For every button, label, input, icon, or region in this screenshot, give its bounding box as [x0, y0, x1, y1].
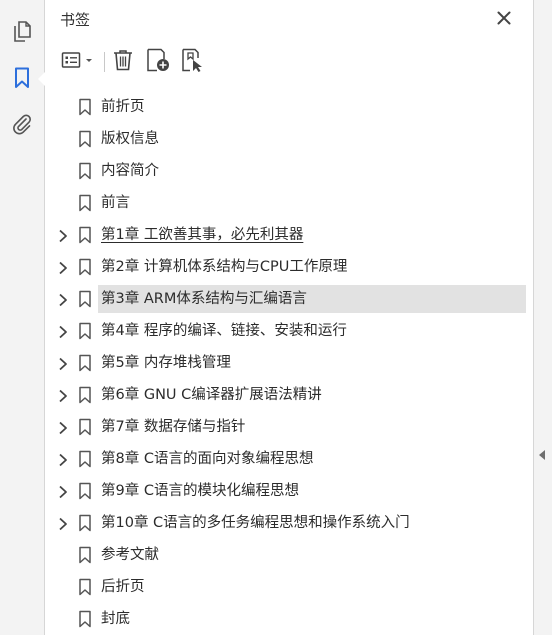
bookmark-icon — [78, 322, 92, 340]
bookmark-label: 参考文献 — [101, 547, 159, 563]
new-bookmark-button[interactable] — [145, 48, 171, 76]
bookmark-icon — [78, 546, 92, 564]
bookmark-row[interactable]: 参考文献 — [45, 539, 533, 571]
bookmark-label: 第9章 C语言的模块化编程思想 — [101, 483, 299, 499]
bookmark-row[interactable]: 版权信息 — [45, 123, 533, 155]
active-panel-pointer — [38, 72, 45, 86]
bookmark-row[interactable]: 第4章 程序的编译、链接、安装和运行 — [45, 315, 533, 347]
bookmark-label: 第7章 数据存储与指针 — [101, 419, 246, 435]
find-current-bookmark-icon — [180, 48, 206, 76]
bookmark-row[interactable]: 后折页 — [45, 571, 533, 603]
bookmark-label: 后折页 — [101, 579, 145, 595]
expand-chevron-icon[interactable] — [57, 420, 69, 435]
find-current-bookmark-button[interactable] — [180, 48, 206, 76]
bookmark-icon — [78, 290, 92, 308]
bookmark-label: 第3章 ARM体系结构与汇编语言 — [101, 291, 307, 307]
bookmark-label: 封底 — [101, 611, 130, 627]
bookmark-icon — [78, 130, 92, 148]
bookmark-icon — [78, 578, 92, 596]
bookmark-icon — [78, 98, 92, 116]
bookmark-label: 内容简介 — [101, 163, 159, 179]
bookmarks-button[interactable] — [8, 66, 36, 94]
trash-icon — [113, 49, 133, 75]
close-panel-button[interactable] — [493, 8, 515, 30]
bookmark-icon — [78, 610, 92, 628]
bookmark-row[interactable]: 第10章 C语言的多任务编程思想和操作系统入门 — [45, 507, 533, 539]
bookmark-label: 前折页 — [101, 99, 145, 115]
expand-chevron-icon[interactable] — [57, 516, 69, 531]
bookmark-row[interactable]: 第7章 数据存储与指针 — [45, 411, 533, 443]
bookmarks-panel: 书签 前折页 版权信息 内容简介 前言 第1章 工欲善其事，必先利其器 第2章 … — [45, 0, 533, 635]
toolbar-separator — [104, 52, 105, 72]
bookmarks-toolbar — [45, 44, 533, 80]
bookmark-label: 第8章 C语言的面向对象编程思想 — [101, 451, 314, 467]
attachments-icon — [11, 113, 33, 139]
bookmarks-icon — [14, 67, 30, 93]
attachments-button[interactable] — [8, 112, 36, 140]
bookmark-icon — [78, 450, 92, 468]
bookmark-row[interactable]: 第5章 内存堆栈管理 — [45, 347, 533, 379]
bookmark-row[interactable]: 第9章 C语言的模块化编程思想 — [45, 475, 533, 507]
bookmark-icon — [78, 258, 92, 276]
expand-chevron-icon[interactable] — [57, 356, 69, 371]
bookmark-row[interactable]: 前折页 — [45, 91, 533, 123]
bookmark-label: 第4章 程序的编译、链接、安装和运行 — [101, 323, 347, 339]
page-thumbnails-button[interactable] — [8, 20, 36, 48]
bookmark-label: 版权信息 — [101, 131, 159, 147]
page-thumbnails-icon — [12, 21, 32, 47]
bookmark-icon — [78, 514, 92, 532]
expand-chevron-icon[interactable] — [57, 292, 69, 307]
bookmark-row[interactable]: 前言 — [45, 187, 533, 219]
bookmark-label: 第1章 工欲善其事，必先利其器 — [101, 227, 304, 243]
bookmark-icon — [78, 226, 92, 244]
bookmark-icon — [78, 194, 92, 212]
expand-chevron-icon[interactable] — [57, 228, 69, 243]
expand-chevron-icon[interactable] — [57, 324, 69, 339]
new-bookmark-icon — [145, 48, 171, 76]
expand-chevron-icon[interactable] — [57, 452, 69, 467]
bookmark-icon — [78, 162, 92, 180]
bookmark-label: 第2章 计算机体系结构与CPU工作原理 — [101, 259, 348, 275]
bookmark-list: 前折页版权信息内容简介前言第1章 工欲善其事，必先利其器第2章 计算机体系结构与… — [45, 91, 533, 635]
panel-collapse-strip[interactable] — [533, 0, 552, 635]
expand-chevron-icon[interactable] — [57, 484, 69, 499]
expand-chevron-icon[interactable] — [57, 260, 69, 275]
bookmark-label: 前言 — [101, 195, 130, 211]
bookmark-label: 第6章 GNU C编译器扩展语法精讲 — [101, 387, 322, 403]
bookmark-label: 第5章 内存堆栈管理 — [101, 355, 231, 371]
bookmark-row[interactable]: 内容简介 — [45, 155, 533, 187]
bookmark-row[interactable]: 第2章 计算机体系结构与CPU工作原理 — [45, 251, 533, 283]
close-icon — [497, 10, 511, 29]
navigation-rail — [0, 0, 45, 635]
options-menu-button[interactable] — [59, 48, 99, 76]
bookmark-row[interactable]: 第8章 C语言的面向对象编程思想 — [45, 443, 533, 475]
delete-bookmark-button[interactable] — [111, 48, 135, 76]
bookmark-label: 第10章 C语言的多任务编程思想和操作系统入门 — [101, 515, 410, 531]
bookmark-icon — [78, 354, 92, 372]
bookmark-row[interactable]: 封底 — [45, 603, 533, 635]
panel-title: 书签 — [60, 11, 91, 29]
bookmark-row-selected[interactable]: 第3章 ARM体系结构与汇编语言 — [45, 283, 533, 315]
bookmark-icon — [78, 418, 92, 436]
bookmark-icon — [78, 386, 92, 404]
options-menu-icon — [61, 51, 97, 73]
collapse-arrow-icon[interactable] — [539, 450, 545, 460]
bookmark-row[interactable]: 第6章 GNU C编译器扩展语法精讲 — [45, 379, 533, 411]
bookmark-icon — [78, 482, 92, 500]
bookmark-row[interactable]: 第1章 工欲善其事，必先利其器 — [45, 219, 533, 251]
expand-chevron-icon[interactable] — [57, 388, 69, 403]
